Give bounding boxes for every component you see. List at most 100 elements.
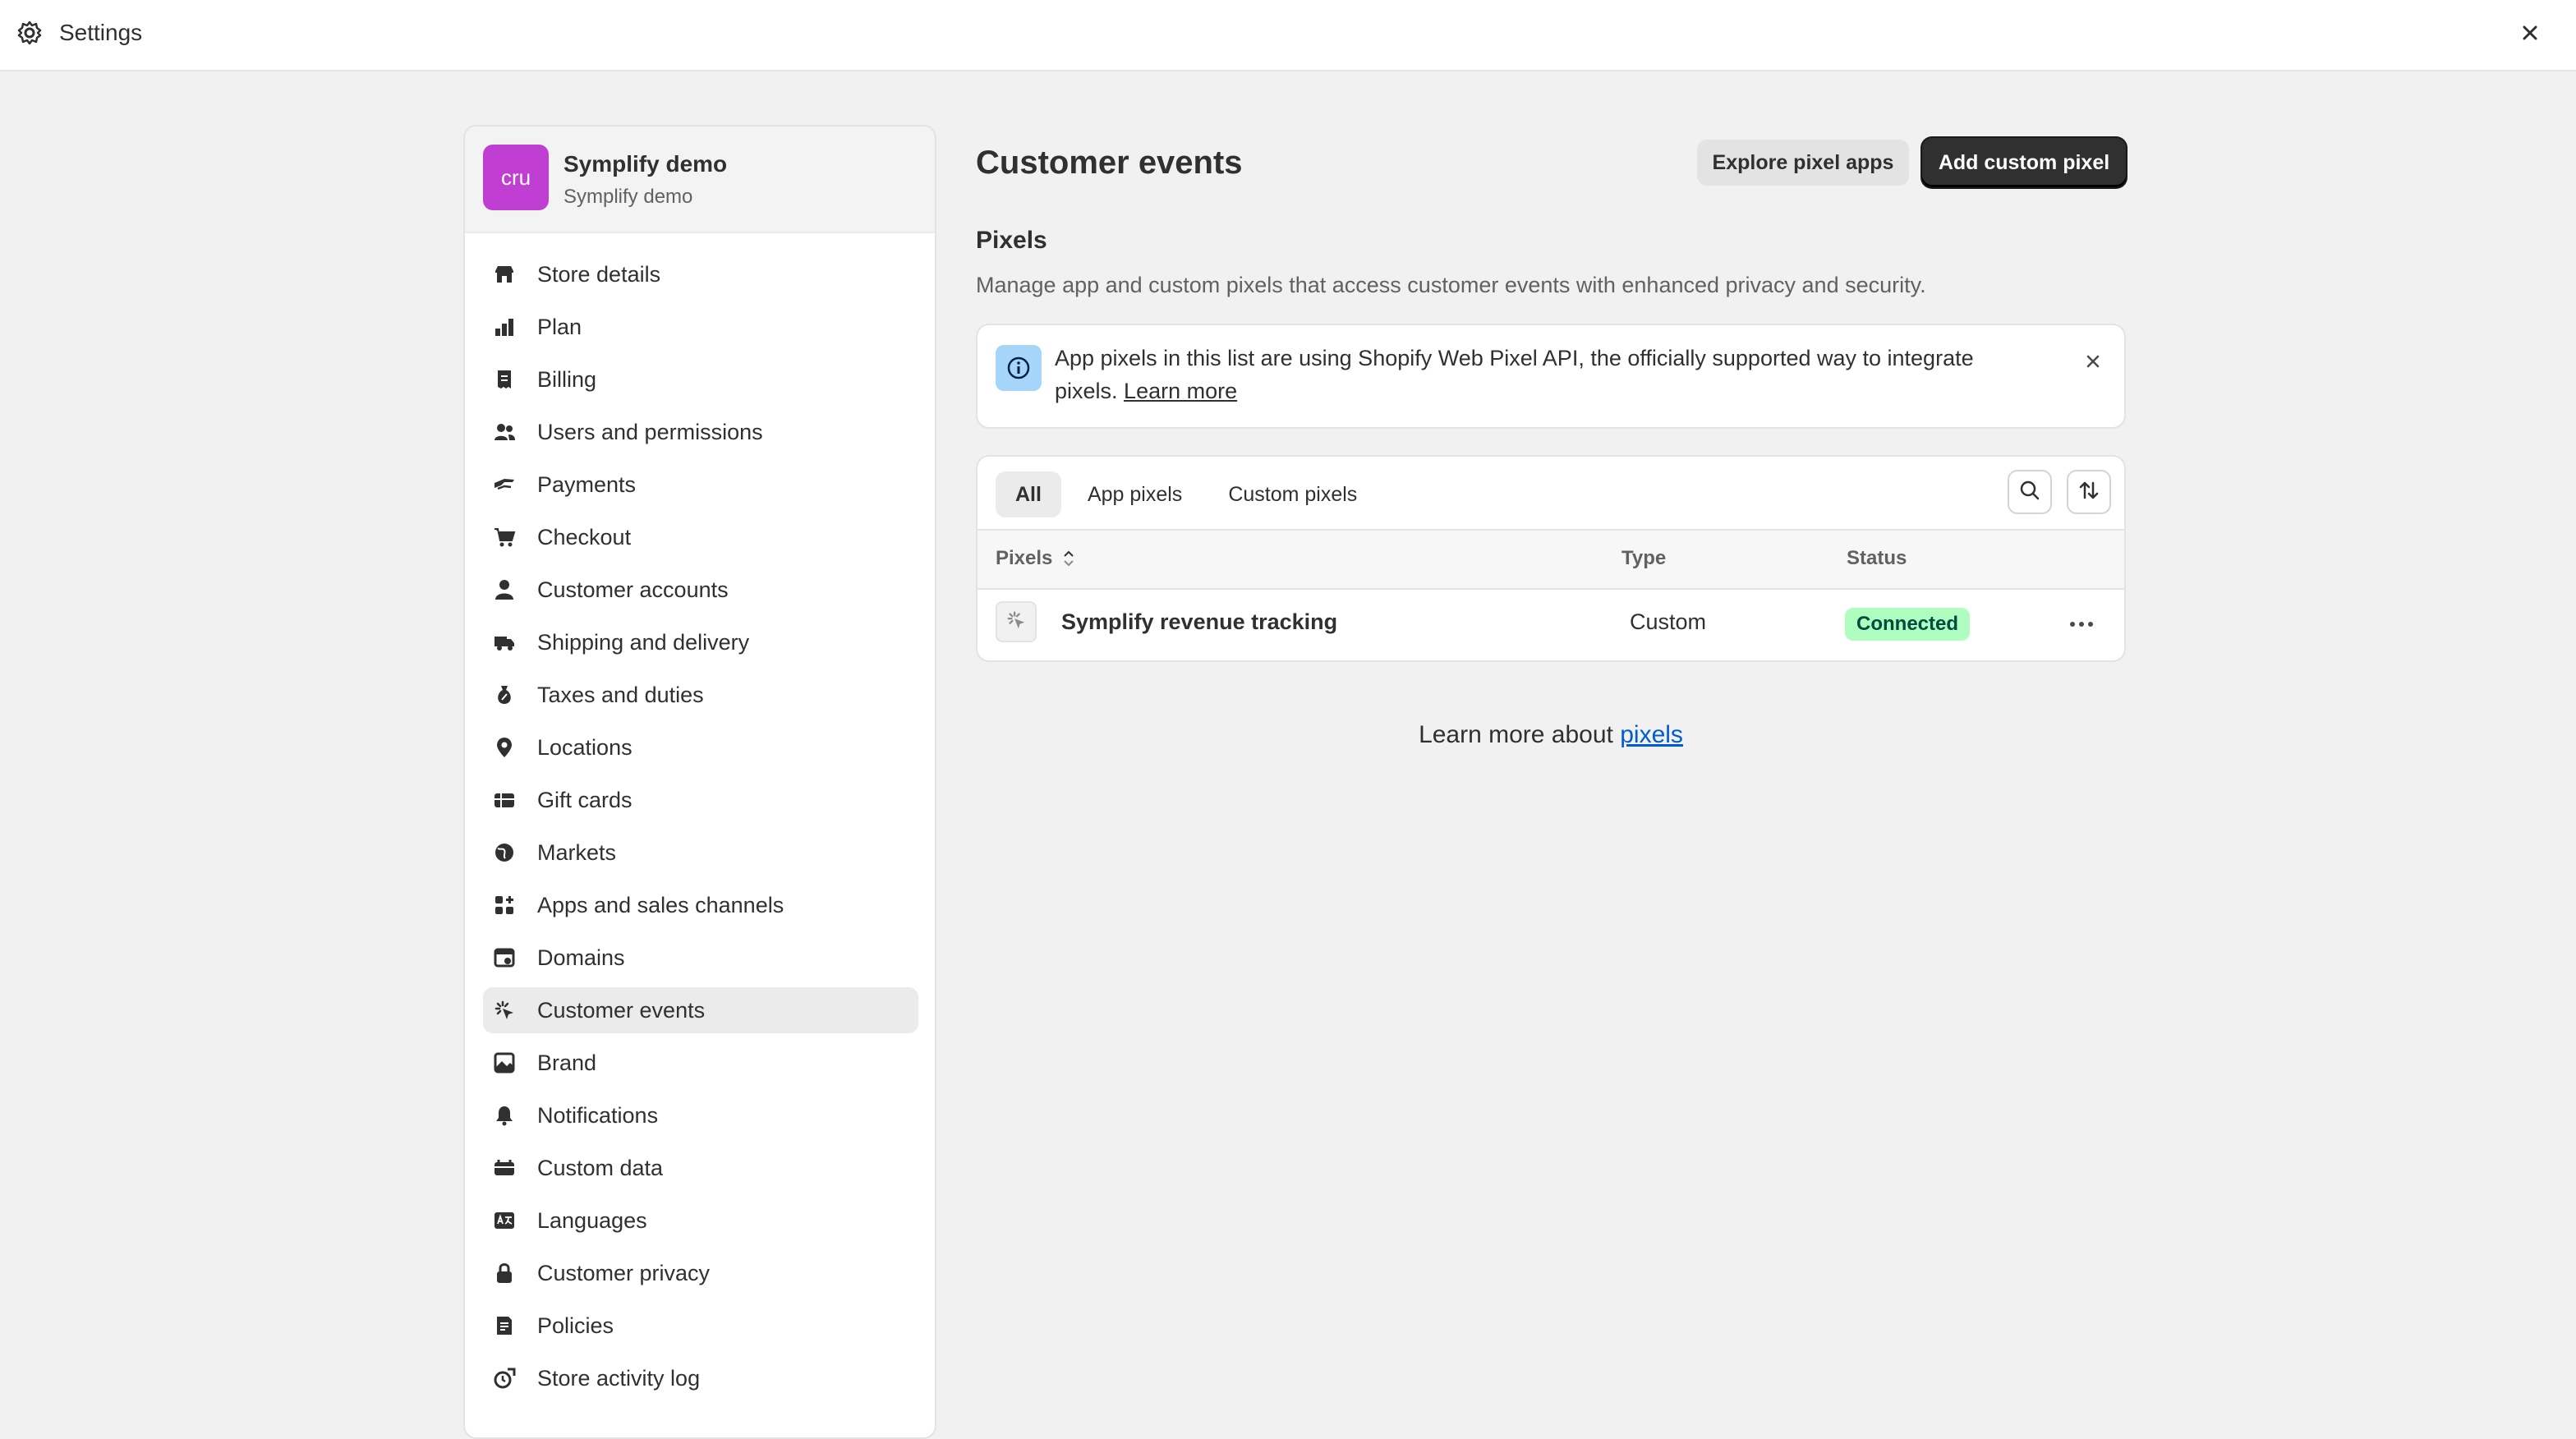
domains-icon <box>493 946 516 969</box>
sidebar-item-label: Notifications <box>537 1103 659 1128</box>
sidebar-item-custom-data[interactable]: Custom data <box>483 1145 918 1191</box>
tab-all[interactable]: All <box>996 471 1061 517</box>
sidebar-item-label: Billing <box>537 367 597 392</box>
footer-text: Learn more about <box>1419 721 1613 748</box>
banner-text: App pixels in this list are using Shopif… <box>1055 342 2040 407</box>
activity-icon <box>493 1367 516 1390</box>
sidebar-item-label: Domains <box>537 945 625 970</box>
cart-icon <box>493 526 516 549</box>
bell-icon <box>493 1104 516 1127</box>
globe-icon <box>493 841 516 864</box>
users-icon <box>493 421 516 444</box>
sidebar-item-languages[interactable]: Languages <box>483 1198 918 1244</box>
info-icon <box>996 345 1042 391</box>
plan-icon <box>493 315 516 338</box>
status-badge: Connected <box>1845 608 1971 641</box>
sidebar-item-label: Taxes and duties <box>537 683 704 707</box>
store-icon <box>493 263 516 286</box>
column-header-type: Type <box>1622 547 1667 569</box>
pixel-type: Custom <box>1630 609 1707 634</box>
column-header-pixels[interactable]: Pixels <box>996 547 1074 570</box>
cursor-click-icon <box>1005 609 1027 635</box>
policies-icon <box>493 1314 516 1337</box>
avatar: cru <box>483 145 549 210</box>
sidebar-item-label: Policies <box>537 1313 614 1338</box>
sidebar-item-billing[interactable]: Billing <box>483 356 918 402</box>
filter-tabs: All App pixels Custom pixels <box>996 471 1383 517</box>
section-title: Pixels <box>976 227 1047 254</box>
store-header[interactable]: cru Symplify demo Symplify demo <box>465 126 935 233</box>
sidebar-item-locations[interactable]: Locations <box>483 724 918 770</box>
sidebar-item-apps[interactable]: Apps and sales channels <box>483 882 918 928</box>
sidebar-item-customer-events[interactable]: Customer events <box>483 987 918 1033</box>
truck-icon <box>493 631 516 654</box>
person-icon <box>493 578 516 601</box>
gift-card-icon <box>493 788 516 811</box>
sidebar-item-label: Payments <box>537 472 637 497</box>
sidebar-item-label: Markets <box>537 840 617 865</box>
column-label: Pixels <box>996 547 1053 569</box>
brand-icon <box>493 1051 516 1074</box>
sidebar-item-customer-accounts[interactable]: Customer accounts <box>483 567 918 613</box>
language-icon <box>493 1209 516 1232</box>
store-subtitle: Symplify demo <box>564 186 693 208</box>
pixels-table-card: All App pixels Custom pixels Pixels Type… <box>976 455 2126 662</box>
sort-button[interactable] <box>2067 470 2111 514</box>
sidebar-item-brand[interactable]: Brand <box>483 1040 918 1086</box>
sidebar-item-domains[interactable]: Domains <box>483 935 918 981</box>
sidebar-item-label: Users and permissions <box>537 420 763 444</box>
sidebar-item-label: Gift cards <box>537 788 632 812</box>
sidebar-item-policies[interactable]: Policies <box>483 1303 918 1349</box>
gear-icon <box>16 20 43 46</box>
sidebar-item-label: Store details <box>537 262 661 287</box>
sidebar-item-label: Customer events <box>537 998 706 1023</box>
pixel-name[interactable]: Symplify revenue tracking <box>1061 609 1337 635</box>
payments-icon <box>493 473 516 496</box>
sidebar-item-plan[interactable]: Plan <box>483 304 918 350</box>
custom-data-icon <box>493 1156 516 1179</box>
cursor-click-icon <box>493 999 516 1022</box>
location-icon <box>493 736 516 759</box>
table-header: Pixels Type Status <box>978 529 2124 590</box>
sidebar-item-checkout[interactable]: Checkout <box>483 514 918 560</box>
sort-caret-icon <box>1058 547 1074 569</box>
sidebar-item-taxes[interactable]: Taxes and duties <box>483 672 918 718</box>
section-description: Manage app and custom pixels that access… <box>976 273 1926 297</box>
sidebar-item-label: Customer privacy <box>537 1261 711 1285</box>
learn-more-footer: Learn more about pixels <box>976 721 2126 749</box>
sidebar-item-payments[interactable]: Payments <box>483 462 918 508</box>
lock-icon <box>493 1262 516 1285</box>
sidebar-item-markets[interactable]: Markets <box>483 830 918 876</box>
sidebar-item-store-details[interactable]: Store details <box>483 251 918 297</box>
top-bar: Settings <box>0 0 2576 71</box>
tab-custom-pixels[interactable]: Custom pixels <box>1208 471 1377 517</box>
info-banner: App pixels in this list are using Shopif… <box>976 324 2126 429</box>
sidebar-nav: Store details Plan Billing Users and per… <box>483 251 918 1408</box>
apps-icon <box>493 894 516 917</box>
sidebar-item-gift-cards[interactable]: Gift cards <box>483 777 918 823</box>
tax-icon <box>493 683 516 706</box>
sidebar-item-label: Apps and sales channels <box>537 893 784 917</box>
sidebar-item-shipping[interactable]: Shipping and delivery <box>483 619 918 665</box>
add-custom-pixel-button[interactable]: Add custom pixel <box>1922 138 2126 187</box>
search-button[interactable] <box>2008 470 2052 514</box>
sidebar-item-notifications[interactable]: Notifications <box>483 1092 918 1138</box>
pixels-link[interactable]: pixels <box>1620 721 1683 748</box>
sidebar-item-label: Locations <box>537 735 632 760</box>
learn-more-link[interactable]: Learn more <box>1124 379 1237 403</box>
page-title: Settings <box>59 20 143 45</box>
sidebar-item-activity-log[interactable]: Store activity log <box>483 1355 918 1401</box>
tab-app-pixels[interactable]: App pixels <box>1068 471 1202 517</box>
sidebar-item-customer-privacy[interactable]: Customer privacy <box>483 1250 918 1296</box>
close-icon[interactable] <box>2515 18 2545 48</box>
close-icon[interactable] <box>2077 345 2109 378</box>
table-row[interactable]: Symplify revenue tracking Custom Connect… <box>978 590 2124 660</box>
sidebar-item-label: Brand <box>537 1051 597 1075</box>
sidebar-item-users[interactable]: Users and permissions <box>483 409 918 455</box>
sidebar-item-label: Customer accounts <box>537 577 729 602</box>
sort-icon <box>2077 479 2100 506</box>
more-actions-icon[interactable] <box>2062 606 2101 642</box>
sidebar-item-label: Custom data <box>537 1156 664 1180</box>
column-header-status: Status <box>1847 547 1907 569</box>
explore-pixel-apps-button[interactable]: Explore pixel apps <box>1697 140 1909 186</box>
